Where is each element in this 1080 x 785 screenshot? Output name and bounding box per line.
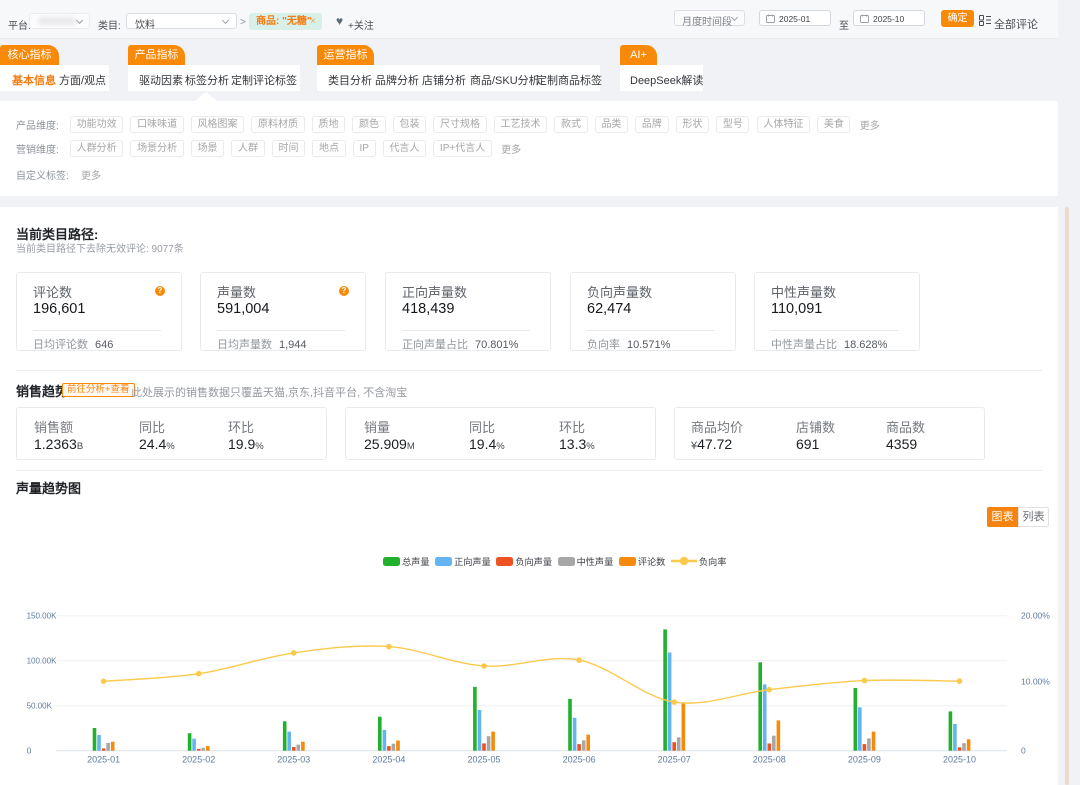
svg-text:0: 0 <box>1021 746 1026 756</box>
svg-text:2025-10: 2025-10 <box>943 755 976 765</box>
svg-text:100.00K: 100.00K <box>27 657 57 666</box>
svg-text:150.00K: 150.00K <box>27 612 57 621</box>
svg-text:2025-05: 2025-05 <box>467 755 500 765</box>
svg-text:0: 0 <box>27 746 32 756</box>
svg-text:2025-04: 2025-04 <box>372 755 405 765</box>
svg-text:2025-07: 2025-07 <box>658 755 691 765</box>
svg-text:2025-06: 2025-06 <box>563 755 596 765</box>
svg-text:2025-08: 2025-08 <box>753 755 786 765</box>
svg-text:2025-09: 2025-09 <box>848 755 881 765</box>
svg-text:2025-02: 2025-02 <box>182 755 215 765</box>
svg-text:20.00%: 20.00% <box>1021 611 1050 621</box>
svg-text:2025-01: 2025-01 <box>87 755 120 765</box>
svg-text:2025-03: 2025-03 <box>277 755 310 765</box>
svg-text:50.00K: 50.00K <box>27 702 53 711</box>
svg-text:10.00%: 10.00% <box>1021 676 1050 686</box>
